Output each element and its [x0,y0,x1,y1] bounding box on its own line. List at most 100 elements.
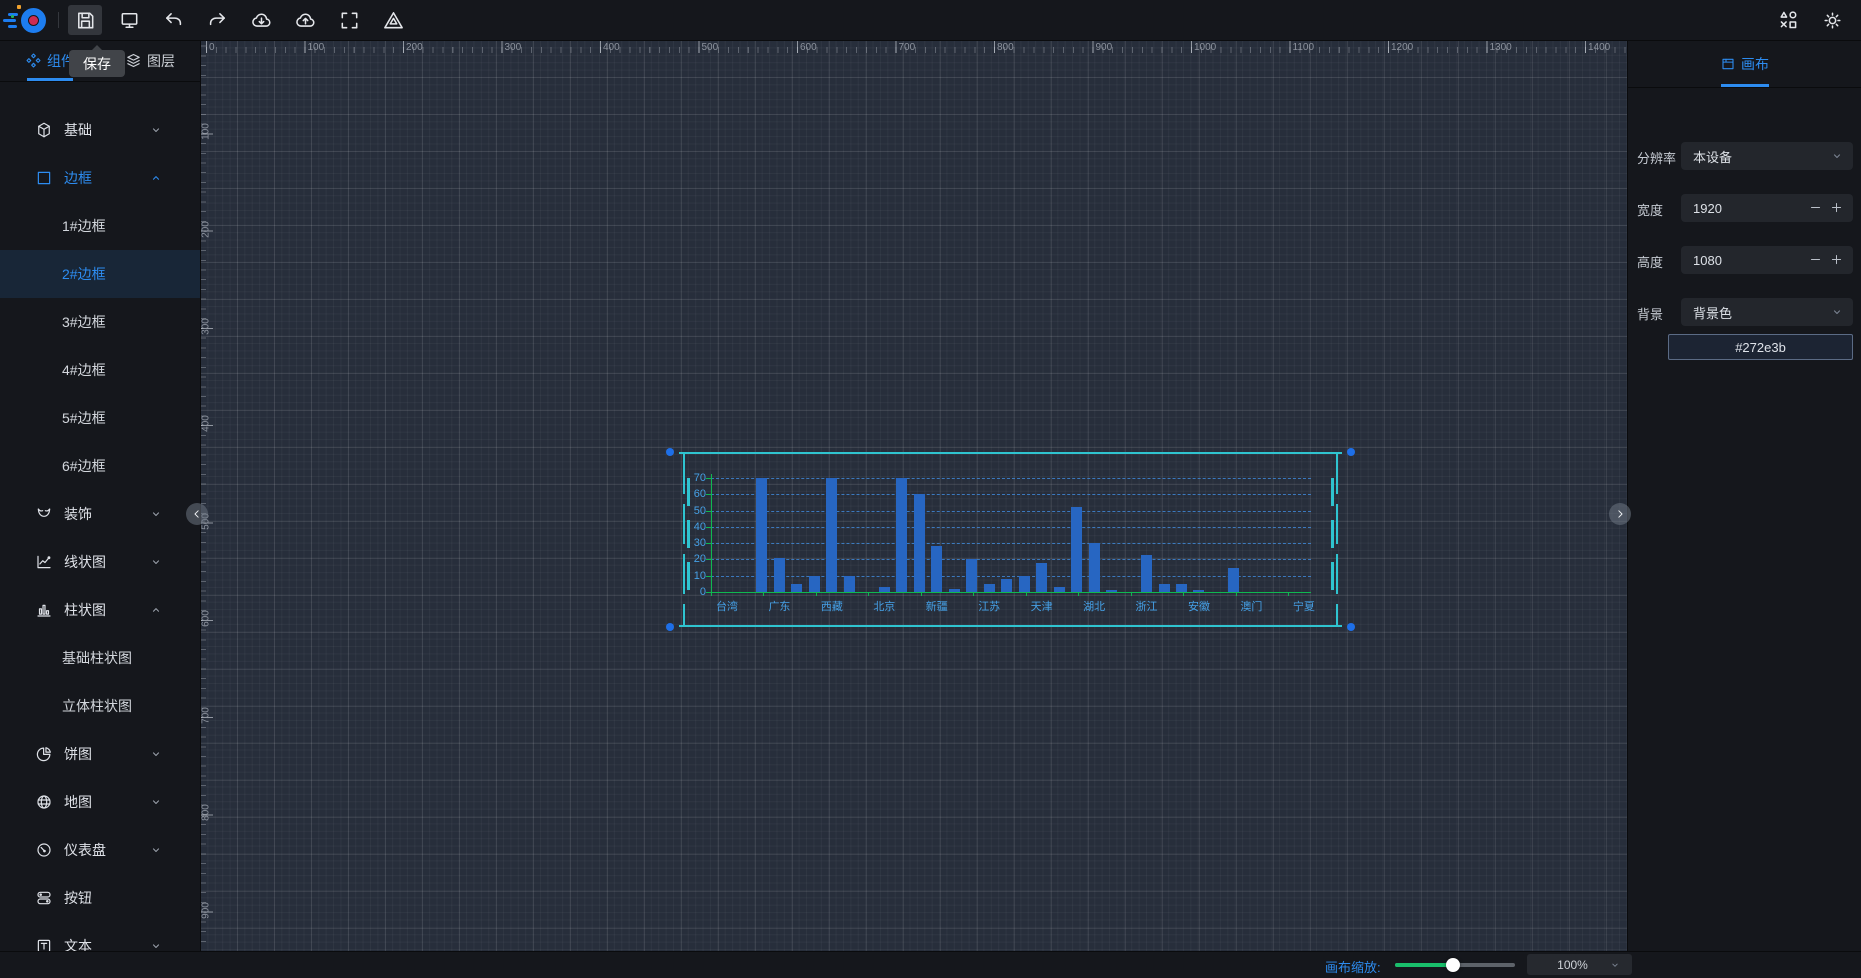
sidebar-category-基础[interactable]: 基础 [0,106,200,154]
sidebar-item-5#边框[interactable]: 5#边框 [0,394,200,442]
sidebar-item-3#边框[interactable]: 3#边框 [0,298,200,346]
chart-bar [844,576,855,592]
resolution-select[interactable]: 本设备 [1681,142,1853,170]
ruler-top-label: 900 [1096,42,1113,53]
fullscreen-button[interactable] [332,5,366,35]
item-label: 3#边框 [62,312,106,332]
category-label: 按钮 [64,888,92,908]
chart-gridline [711,559,1311,560]
toolbar [0,0,1861,41]
sidebar-category-线状图[interactable]: 线状图 [0,538,200,586]
app-logo-icon[interactable] [0,0,54,40]
ruler-top-label: 500 [702,42,719,53]
save-tooltip: 保存 [69,50,125,77]
sidebar-category-装饰[interactable]: 装饰 [0,490,200,538]
cloud-download-button[interactable] [244,5,278,35]
category-label: 地图 [64,792,92,812]
sidebar-category-饼图[interactable]: 饼图 [0,730,200,778]
ruler-top-label: 1000 [1194,42,1216,53]
canvas-settings-panel: 画布 分辨率 本设备 宽度 1920 高度 1080 [1627,40,1861,952]
chart-gridline [711,511,1311,512]
background-select[interactable]: 背景色 [1681,298,1853,326]
item-label: 立体柱状图 [62,696,132,716]
chart-bar [896,478,907,592]
resize-handle-top-right[interactable] [1347,448,1355,456]
diamonds-icon [25,52,42,69]
width-label: 宽度 [1637,200,1663,219]
sidebar-item-1#边框[interactable]: 1#边框 [0,202,200,250]
width-input[interactable]: 1920 [1681,194,1853,222]
selected-border-component[interactable]: 010203040506070台湾广东西藏北京新疆江苏天津湖北浙江安徽澳门宁夏 [670,452,1351,627]
category-label: 饼图 [64,744,92,764]
background-row: 背景 背景色 [1628,298,1861,326]
item-label: 2#边框 [62,264,106,284]
sidebar-item-4#边框[interactable]: 4#边框 [0,346,200,394]
chart-bar [791,584,802,592]
resize-handle-bottom-left[interactable] [666,623,674,631]
x-axis-tick-label: 湖北 [1068,598,1120,614]
shapes-button[interactable] [1773,5,1803,35]
chart-bar [931,546,942,592]
sidebar-category-地图[interactable]: 地图 [0,778,200,826]
chevron-down-icon [1829,148,1845,164]
y-axis-tick-label: 70 [678,472,706,484]
redo-icon [206,9,229,32]
tab-canvas[interactable]: 画布 [1628,40,1861,88]
chart-bar [756,478,767,592]
collapse-left-button[interactable] [186,503,208,525]
minus-icon[interactable] [1808,200,1823,215]
design-canvas[interactable]: 010203040506070台湾广东西藏北京新疆江苏天津湖北浙江安徽澳门宁夏 … [200,40,1628,952]
x-axis-line [711,592,1311,593]
height-input[interactable]: 1080 [1681,246,1853,274]
category-label: 基础 [64,120,92,140]
canvas-zoom-label: 画布缩放: [1325,957,1381,976]
undo-button[interactable] [156,5,190,35]
theme-sun-icon [1821,9,1844,32]
item-label: 1#边框 [62,216,106,236]
zoom-percent-select[interactable]: 100% [1527,954,1632,975]
cloud-upload-button[interactable] [288,5,322,35]
ruler-top-label: 600 [800,42,817,53]
x-axis-tick-label: 西藏 [806,598,858,614]
chart-bar [1089,543,1100,592]
sidebar-item-2#边框[interactable]: 2#边框 [0,250,200,298]
gauge-icon [35,841,53,859]
tab-layers-label: 图层 [147,51,175,71]
minus-icon[interactable] [1808,252,1823,267]
sidebar-category-边框[interactable]: 边框 [0,154,200,202]
background-color-input[interactable]: #272e3b [1668,334,1853,360]
theme-sun-button[interactable] [1817,5,1847,35]
chart-bar [774,558,785,592]
sidebar-item-基础柱状图[interactable]: 基础柱状图 [0,634,200,682]
redo-button[interactable] [200,5,234,35]
globe-icon [35,793,53,811]
sidebar-category-仪表盘[interactable]: 仪表盘 [0,826,200,874]
resize-handle-bottom-right[interactable] [1347,623,1355,631]
slider-thumb[interactable] [1446,958,1460,972]
release-triangle-button[interactable] [376,5,410,35]
bar-chart-icon [35,601,53,619]
item-label: 6#边框 [62,456,106,476]
sidebar-category-按钮[interactable]: 按钮 [0,874,200,922]
chart-bar [1193,590,1204,592]
x-axis-tick [1288,592,1289,596]
sidebar-item-立体柱状图[interactable]: 立体柱状图 [0,682,200,730]
chevron-down-icon [147,842,165,858]
y-axis-tick-label: 0 [678,586,706,598]
plus-icon[interactable] [1829,200,1844,215]
resize-handle-top-left[interactable] [666,448,674,456]
collapse-right-button[interactable] [1609,503,1631,525]
plus-icon[interactable] [1829,252,1844,267]
component-sidebar: 组件 图层 基础边框1#边框2#边框3#边框4#边框5#边框6#边框装饰线状图柱… [0,40,201,952]
chevron-down-icon [1829,304,1845,320]
cloud-upload-icon [294,9,317,32]
chart-bar [1176,584,1187,592]
sidebar-category-柱状图[interactable]: 柱状图 [0,586,200,634]
canvas-zoom-slider[interactable] [1395,963,1515,967]
sidebar-item-6#边框[interactable]: 6#边框 [0,442,200,490]
ruler-left-label: 700 [201,701,212,731]
cube-icon [35,121,53,139]
category-label: 边框 [64,168,92,188]
save-button[interactable] [68,5,102,35]
monitor-button[interactable] [112,5,146,35]
